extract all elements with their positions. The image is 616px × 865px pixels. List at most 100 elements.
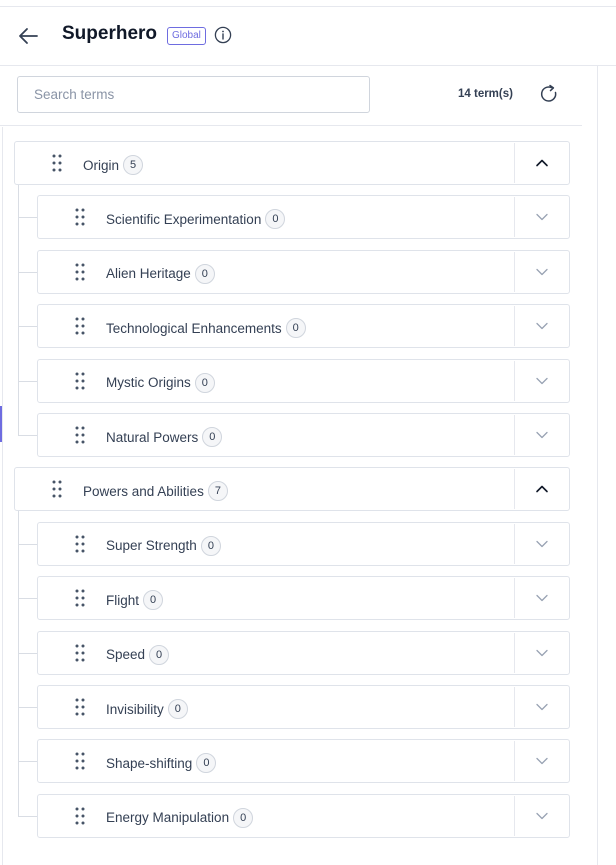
drag-handle-icon[interactable] <box>75 589 85 607</box>
term-count-badge: 0 <box>200 535 221 556</box>
term-label-wrap: Invisibility 0 <box>106 699 188 719</box>
term-group-row[interactable]: Origin 5 <box>14 141 570 185</box>
term-count-badge: 0 <box>202 427 223 447</box>
term-count-badge: 0 <box>265 209 286 230</box>
term-group-label: Powers and Abilities <box>83 483 204 499</box>
tree-connector <box>18 707 37 708</box>
term-row[interactable]: Invisibility 0 <box>37 685 570 729</box>
term-label-wrap: Natural Powers 0 <box>106 427 223 447</box>
term-group-label: Origin <box>83 157 120 173</box>
tree-connector <box>18 543 37 545</box>
term-row[interactable]: Scientific Experimentation 0 <box>37 195 570 240</box>
chevron-down-icon[interactable] <box>535 428 549 442</box>
chevron-down-icon[interactable] <box>535 374 549 388</box>
search-input[interactable] <box>17 76 370 113</box>
term-group-row[interactable]: Powers and Abilities 7 <box>14 467 570 512</box>
term-label-wrap: Super Strength 0 <box>106 535 221 556</box>
drag-handle-icon[interactable] <box>75 426 85 444</box>
chevron-down-icon[interactable] <box>535 265 549 279</box>
tree-connector <box>18 652 37 654</box>
drag-handle-icon[interactable] <box>75 317 85 335</box>
term-label: Technological Enhancements <box>106 320 282 336</box>
row-divider <box>514 197 515 238</box>
row-divider <box>514 741 515 782</box>
term-count-badge: 5 <box>123 155 144 175</box>
chevron-up-icon[interactable] <box>535 482 549 496</box>
term-row[interactable]: Shape-shifting 0 <box>37 739 570 784</box>
row-divider <box>514 578 515 619</box>
refresh-icon[interactable] <box>538 83 560 105</box>
term-label: Invisibility <box>106 701 164 717</box>
term-label: Speed <box>106 647 146 663</box>
tree-connector <box>18 271 37 273</box>
term-label: Mystic Origins <box>106 375 191 391</box>
tree-connector <box>18 380 37 382</box>
term-label-wrap: Energy Manipulation 0 <box>106 807 254 828</box>
terms-toolbar: 14 term(s) <box>0 66 582 126</box>
tree-connector <box>18 326 37 328</box>
drag-handle-icon[interactable] <box>52 154 62 172</box>
drag-handle-icon[interactable] <box>75 535 85 553</box>
term-label: Natural Powers <box>106 429 199 445</box>
terms-tree: Origin 5 Scientific Experimentation 0 Alien … <box>0 127 582 865</box>
term-count-badge: 0 <box>143 590 164 611</box>
row-divider <box>514 360 515 401</box>
term-row[interactable]: Natural Powers 0 <box>37 413 570 457</box>
term-row[interactable]: Super Strength 0 <box>37 521 570 566</box>
chevron-down-icon[interactable] <box>535 210 549 224</box>
term-row[interactable]: Alien Heritage 0 <box>37 249 570 294</box>
term-row[interactable]: Energy Manipulation 0 <box>37 793 570 838</box>
tree-connector <box>18 761 37 763</box>
tree-connector <box>18 185 19 435</box>
chevron-up-icon[interactable] <box>535 156 549 170</box>
drag-handle-icon[interactable] <box>75 208 85 226</box>
right-panel-border <box>597 66 598 865</box>
back-arrow-icon[interactable] <box>17 26 39 46</box>
term-label-wrap: Scientific Experimentation 0 <box>106 209 286 230</box>
drag-handle-icon[interactable] <box>75 807 85 825</box>
row-divider <box>514 469 515 510</box>
term-count-badge: 0 <box>233 807 254 828</box>
chevron-down-icon[interactable] <box>535 591 549 605</box>
row-divider <box>514 251 515 292</box>
row-divider <box>514 143 515 183</box>
page-title: Superhero <box>62 23 158 44</box>
term-label: Shape-shifting <box>106 755 193 771</box>
glossary-panel: Superhero Global 14 term(s) Origin5 Scien… <box>0 6 616 865</box>
chevron-down-icon[interactable] <box>535 809 549 823</box>
term-count-badge: 0 <box>167 699 188 719</box>
info-icon[interactable] <box>214 26 232 44</box>
chevron-down-icon[interactable] <box>535 700 549 714</box>
term-label-wrap: Shape-shifting 0 <box>106 753 217 774</box>
term-label: Flight <box>106 592 140 608</box>
term-label-wrap: Speed 0 <box>106 644 170 665</box>
term-row[interactable]: Speed 0 <box>37 630 570 675</box>
panel-header: Superhero Global <box>0 7 616 66</box>
drag-handle-icon[interactable] <box>75 752 85 770</box>
term-count-badge: 0 <box>285 318 306 339</box>
chevron-down-icon[interactable] <box>535 537 549 551</box>
term-label: Energy Manipulation <box>106 810 230 826</box>
term-label: Super Strength <box>106 538 197 554</box>
chevron-down-icon[interactable] <box>535 754 549 768</box>
drag-handle-icon[interactable] <box>75 372 85 390</box>
term-count: 14 term(s) <box>458 88 513 100</box>
term-count-badge: 0 <box>149 644 170 665</box>
term-row[interactable]: Mystic Origins 0 <box>37 358 570 403</box>
row-divider <box>514 306 515 347</box>
term-row[interactable]: Flight 0 <box>37 576 570 621</box>
term-count-badge: 0 <box>196 753 217 774</box>
row-divider <box>514 632 515 673</box>
row-divider <box>514 795 515 836</box>
term-label-wrap: Alien Heritage 0 <box>106 263 215 284</box>
chevron-down-icon[interactable] <box>535 319 549 333</box>
term-count-badge: 0 <box>194 263 215 284</box>
row-divider <box>514 687 515 727</box>
drag-handle-icon[interactable] <box>75 698 85 716</box>
drag-handle-icon[interactable] <box>52 480 62 498</box>
term-row[interactable]: Technological Enhancements 0 <box>37 304 570 349</box>
drag-handle-icon[interactable] <box>75 644 85 662</box>
drag-handle-icon[interactable] <box>75 263 85 281</box>
term-label: Alien Heritage <box>106 266 191 282</box>
chevron-down-icon[interactable] <box>535 646 549 660</box>
